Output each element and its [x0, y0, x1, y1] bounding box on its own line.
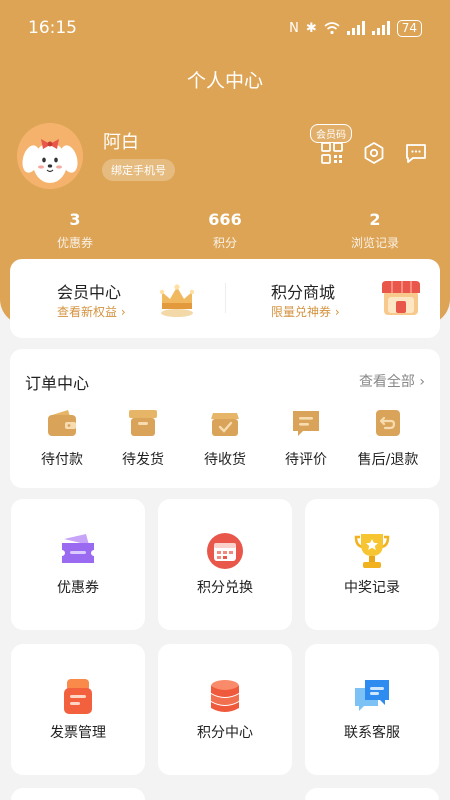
invoice-icon [64, 679, 92, 714]
order-label: 待评价 [285, 452, 327, 468]
check-box-icon [211, 413, 239, 436]
comment-icon [293, 411, 319, 436]
tile-points-center[interactable]: 积分中心 [158, 644, 292, 775]
order-pending-review[interactable]: 待评价 [263, 409, 349, 469]
member-center-title: 会员中心 [57, 283, 122, 302]
signal-icon [371, 21, 390, 35]
bind-phone-button[interactable]: 绑定手机号 [102, 159, 175, 181]
wifi-icon [324, 21, 340, 34]
battery-icon: 74 [396, 19, 422, 37]
coupon-icon [62, 534, 94, 563]
tile-coupons[interactable]: 优惠券 [11, 499, 145, 630]
member-center-subtitle: 查看新权益 › [57, 305, 126, 319]
shop-icon [382, 281, 420, 315]
signal-icon [346, 21, 365, 35]
status-bar: 16:15 N ✱ 74 [0, 0, 450, 56]
points-mall-entry[interactable]: 积分商城 限量兑神券 › [225, 259, 440, 338]
trophy-icon [354, 534, 390, 568]
order-pending-receipt[interactable]: 待收货 [182, 409, 268, 469]
points-mall-title: 积分商城 [271, 283, 336, 302]
qr-code-icon[interactable] [320, 141, 344, 165]
tile-label: 优惠券 [57, 580, 99, 596]
crown-icon [159, 284, 195, 317]
status-icons: N ✱ 74 [289, 19, 422, 37]
bluetooth-icon: ✱ [305, 20, 317, 36]
user-name: 阿白 [103, 132, 139, 153]
tile-invoice[interactable]: 发票管理 [11, 644, 145, 775]
stat-value: 2 [369, 210, 381, 229]
nfc-icon: N [289, 20, 299, 36]
tile-label: 积分中心 [197, 725, 253, 741]
settings-icon[interactable] [362, 141, 386, 165]
message-icon[interactable] [404, 141, 428, 165]
stat-label: 积分 [212, 236, 237, 250]
order-label: 售后/退款 [357, 452, 419, 468]
stats-row: 3 优惠券 666 积分 2 浏览记录 [0, 210, 450, 251]
order-label: 待收货 [204, 452, 246, 468]
wallet-icon [48, 410, 76, 436]
page-title: 个人中心 [186, 70, 263, 92]
stat-label: 浏览记录 [350, 236, 399, 250]
box-icon [129, 410, 157, 436]
tile-partial [11, 788, 145, 800]
order-label: 待发货 [122, 452, 164, 468]
stat-value: 666 [208, 210, 242, 229]
tile-label: 联系客服 [344, 725, 400, 741]
tile-customer-service[interactable]: 联系客服 [305, 644, 439, 775]
promo-card: 会员中心 查看新权益 › 积分商城 限量兑神券 › [10, 259, 440, 338]
tile-label: 中奖记录 [344, 580, 400, 596]
member-center-entry[interactable]: 会员中心 查看新权益 › [10, 259, 225, 338]
tile-partial [305, 788, 439, 800]
stat-coupons[interactable]: 3 优惠券 [0, 210, 150, 251]
tile-prize-records[interactable]: 中奖记录 [305, 499, 439, 630]
order-center-title: 订单中心 [25, 374, 90, 393]
stat-history[interactable]: 2 浏览记录 [300, 210, 450, 251]
avatar[interactable] [17, 123, 83, 189]
tile-label: 积分兑换 [197, 580, 253, 596]
stat-label: 优惠券 [56, 236, 93, 250]
order-center-card: 订单中心 查看全部 › 待付款 待发货 待收货 待评价 售后/退款 [10, 349, 440, 488]
tile-label: 发票管理 [50, 725, 106, 741]
coin-stack-icon [211, 680, 239, 712]
stat-points[interactable]: 666 积分 [150, 210, 300, 251]
return-icon [376, 410, 400, 436]
view-all-orders-link[interactable]: 查看全部 › [359, 371, 425, 391]
order-after-sales[interactable]: 售后/退款 [345, 409, 431, 469]
tile-points-exchange[interactable]: 积分兑换 [158, 499, 292, 630]
chat-service-icon [355, 680, 389, 711]
calendar-exchange-icon [207, 533, 243, 569]
order-label: 待付款 [41, 452, 83, 468]
order-pending-shipment[interactable]: 待发货 [100, 409, 186, 469]
puppy-avatar-icon [17, 123, 83, 189]
status-time: 16:15 [28, 18, 77, 38]
stat-value: 3 [69, 210, 81, 229]
order-pending-payment[interactable]: 待付款 [19, 409, 105, 469]
points-mall-subtitle: 限量兑神券 › [271, 305, 340, 319]
